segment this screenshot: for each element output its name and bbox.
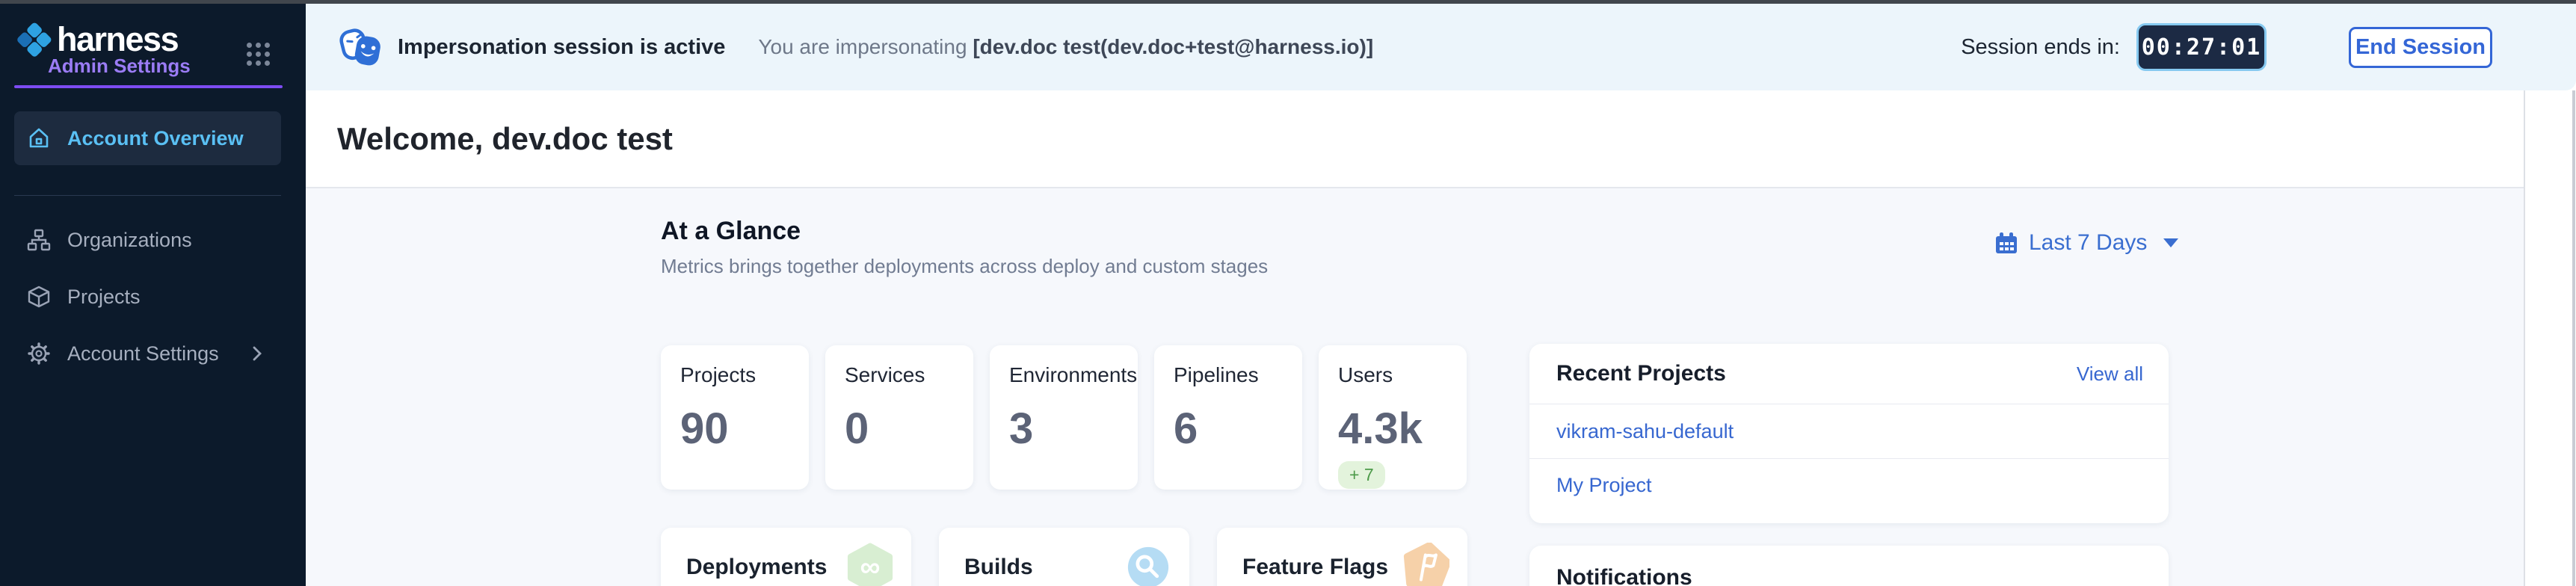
metric-value: 4.3k (1338, 404, 1467, 454)
chevron-down-icon (2163, 238, 2178, 247)
sidebar-divider (14, 195, 281, 196)
sidebar-item-account-overview[interactable]: Account Overview (14, 111, 281, 165)
section-title: At a Glance (661, 217, 1268, 246)
app-window: harness Admin Settings Account Overview … (0, 0, 2576, 586)
sidebar-item-projects[interactable]: Projects (14, 273, 281, 321)
sidebar: harness Admin Settings Account Overview … (0, 4, 306, 586)
recent-project-link[interactable]: vikram-sahu-default (1529, 404, 2169, 458)
module-card-title: Feature Flags (1242, 555, 1388, 580)
theater-masks-icon (339, 28, 381, 67)
notifications-title: Notifications (1556, 565, 2169, 586)
feature-flags-flag-icon (1403, 543, 1449, 586)
module-card-feature-flags[interactable]: Feature Flags (1217, 528, 1467, 586)
at-a-glance-header: At a Glance Metrics brings together depl… (661, 217, 1268, 278)
sidebar-item-organizations[interactable]: Organizations (14, 216, 281, 264)
sidebar-item-label: Account Settings (67, 342, 219, 366)
deployments-pipeline-icon: ∞ (847, 543, 893, 586)
admin-settings-label: Admin Settings (48, 55, 191, 78)
welcome-title: Welcome, dev.doc test (337, 121, 673, 157)
sidebar-item-label: Organizations (67, 229, 192, 252)
banner-subtitle: You are impersonating [dev.doc test(dev.… (758, 35, 1373, 59)
date-range-value: Last 7 Days (2029, 230, 2147, 256)
metric-label: Environments (1009, 363, 1138, 387)
recent-projects-header: Recent Projects View all (1529, 344, 2169, 404)
recent-project-link[interactable]: My Project (1529, 458, 2169, 512)
banner-impersonated-user: [dev.doc test(dev.doc+test@harness.io)] (973, 35, 1373, 58)
metric-label: Users (1338, 363, 1467, 387)
builds-search-icon (1125, 543, 1171, 586)
home-icon (27, 126, 51, 150)
organizations-icon (27, 228, 51, 252)
sidebar-item-label: Account Overview (67, 127, 244, 150)
metric-card-projects[interactable]: Projects 90 (661, 345, 809, 490)
recent-projects-card: Recent Projects View all vikram-sahu-def… (1529, 344, 2169, 523)
harness-logo: harness (15, 20, 178, 59)
metric-card-pipelines[interactable]: Pipelines 6 (1154, 345, 1302, 490)
session-timer: 00:27:01 (2136, 23, 2267, 71)
sidebar-item-account-settings[interactable]: Account Settings (14, 330, 281, 377)
banner-title: Impersonation session is active (398, 35, 725, 60)
metrics-row: Projects 90 Services 0 Environments 3 Pi… (661, 345, 1467, 490)
module-card-builds[interactable]: Builds (939, 528, 1189, 586)
metric-value: 0 (845, 404, 973, 454)
metric-value: 90 (680, 404, 809, 454)
gear-icon (27, 342, 51, 366)
logo-wordmark: harness (57, 20, 178, 59)
projects-cube-icon (27, 285, 51, 309)
main-content: At a Glance Metrics brings together depl… (306, 188, 2524, 586)
module-card-deployments[interactable]: Deployments ∞ (661, 528, 911, 586)
metric-value: 3 (1009, 404, 1138, 454)
recent-projects-title: Recent Projects (1556, 361, 1726, 386)
module-card-title: Builds (964, 555, 1033, 580)
vertical-scrollbar[interactable] (2572, 90, 2575, 586)
metric-label: Projects (680, 363, 809, 387)
chevron-right-icon (251, 345, 263, 363)
svg-text:∞: ∞ (860, 551, 881, 582)
end-session-button[interactable]: End Session (2349, 27, 2492, 68)
metric-card-users[interactable]: Users 4.3k + 7 (1319, 345, 1467, 490)
date-range-selector[interactable]: Last 7 Days (1994, 230, 2178, 256)
metric-card-environments[interactable]: Environments 3 (990, 345, 1138, 490)
section-subtitle: Metrics brings together deployments acro… (661, 255, 1268, 278)
module-card-title: Deployments (686, 555, 827, 580)
sidebar-accent-rule (14, 85, 283, 88)
sidebar-item-label: Projects (67, 286, 141, 309)
impersonation-banner: Impersonation session is active You are … (306, 4, 2576, 90)
calendar-icon (1994, 231, 2018, 255)
session-timer-value: 00:27:01 (2142, 34, 2262, 61)
banner-subtitle-prefix: You are impersonating (758, 35, 967, 58)
page-header: Welcome, dev.doc test (306, 90, 2524, 188)
users-delta-badge: + 7 (1338, 461, 1385, 489)
metric-label: Services (845, 363, 973, 387)
metric-label: Pipelines (1174, 363, 1302, 387)
session-ends-label: Session ends in: (1961, 35, 2120, 60)
metric-card-services[interactable]: Services 0 (825, 345, 973, 490)
right-gutter (2524, 90, 2576, 586)
view-all-link[interactable]: View all (2077, 363, 2143, 386)
metric-value: 6 (1174, 404, 1302, 454)
notifications-card[interactable]: Notifications (1529, 546, 2169, 586)
app-grid-icon[interactable] (247, 43, 270, 66)
harness-logo-icon (15, 20, 54, 59)
